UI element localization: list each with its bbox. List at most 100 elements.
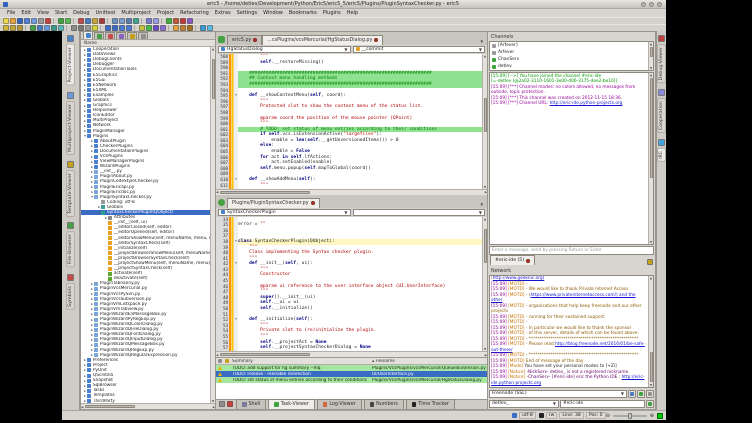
menu-plugins[interactable]: Plugins (320, 10, 344, 16)
sidebar-tab-symbols[interactable]: Symbols (66, 274, 75, 310)
unindent-icon[interactable] (44, 25, 50, 31)
tool-tab-shell[interactable]: Shell (236, 399, 266, 409)
title-bar[interactable]: eric5 - /home/detlev/Development/Python/… (0, 0, 666, 9)
tool-tab-task-viewer[interactable]: Task-Viewer (268, 399, 315, 409)
tool-tab-log-viewer[interactable]: Log-Viewer (317, 399, 362, 409)
menu-file[interactable]: File (4, 10, 18, 16)
profile-script-icon[interactable] (187, 18, 193, 24)
menu-refactoring[interactable]: Refactoring (177, 10, 212, 16)
zoom-out-icon[interactable]: ⊖ (606, 413, 610, 419)
member-combo[interactable]: __commit ▼ (353, 46, 486, 53)
sidebar-tab-template-viewer[interactable]: Template-Viewer (66, 161, 75, 217)
scroll-right-icon[interactable]: ▶ (485, 190, 487, 194)
irc-user-row[interactable]: detlev (490, 63, 648, 70)
menu-multiproject[interactable]: Multiproject (118, 10, 154, 16)
syntax-check-icon[interactable] (30, 25, 36, 31)
close-icon[interactable] (311, 201, 315, 205)
scrollbar-thumb[interactable] (484, 98, 487, 132)
undo-icon[interactable] (58, 18, 64, 24)
users-scrollbar[interactable]: ▲ ▼ (648, 42, 653, 70)
zoom-slider[interactable] (613, 415, 647, 417)
minimize-icon[interactable] (641, 2, 646, 7)
tree-vertical-scrollbar[interactable]: ▲ ▼ (210, 47, 215, 403)
close-icon[interactable] (374, 38, 378, 42)
menu-edit[interactable]: Edit (18, 10, 34, 16)
sidebar-tab-project-viewer[interactable]: Project-Viewer (66, 35, 75, 86)
network-link[interactable]: http://www.geeknic.org) (493, 276, 545, 281)
chat-link[interactable]: http://eric-ide.python-projects.org (550, 101, 623, 106)
menu-window[interactable]: Window (260, 10, 286, 16)
code-area[interactable]: """ self.__restoreMissing() ############… (238, 54, 482, 189)
tool-tab-time-tracker[interactable]: Time Tracker (406, 399, 455, 409)
editor-tab[interactable]: eric5.py (227, 35, 262, 45)
save-as-icon[interactable] (24, 18, 30, 24)
goto-icon[interactable] (133, 18, 139, 24)
others-tab[interactable] (138, 32, 148, 39)
filter-icon[interactable] (216, 359, 223, 363)
editor-vertical-scrollbar[interactable]: ▲▼ (482, 217, 487, 352)
search-next-icon[interactable] (119, 18, 125, 24)
scroll-up-icon[interactable]: ▲ (650, 276, 652, 280)
run-script-icon[interactable] (166, 18, 172, 24)
interfaces-tab[interactable] (127, 32, 137, 39)
tree-column-header[interactable]: Name (81, 40, 215, 47)
smiley-icon[interactable] (647, 259, 653, 265)
scroll-up-icon[interactable]: ▲ (484, 217, 486, 221)
bookmark-toggle-icon[interactable] (3, 25, 9, 31)
irc-user-row[interactable]: Arfever (490, 49, 648, 56)
sidebar-tab-file-browser[interactable]: File-Browser (66, 222, 75, 267)
scroll-left-icon[interactable]: ◀ (216, 353, 218, 357)
scroll-up-icon[interactable]: ▲ (650, 73, 652, 77)
new-window-icon[interactable] (146, 18, 152, 24)
priority-icon[interactable] (223, 359, 230, 363)
delete-icon[interactable] (99, 18, 105, 24)
channel-tab[interactable]: #eric-ide (5) (490, 255, 535, 265)
scroll-right-icon[interactable]: ▶ (485, 353, 487, 357)
save-icon[interactable] (17, 18, 23, 24)
tree-horizontal-scrollbar[interactable]: ◀ ▶ (81, 403, 215, 409)
forms-tab[interactable] (94, 32, 104, 39)
irc-user-row[interactable]: [Arfever] (490, 42, 648, 49)
scroll-left-icon[interactable]: ◀ (216, 190, 218, 194)
scrollbar-thumb[interactable] (220, 191, 310, 194)
nick-combo[interactable]: detlev_ ▼ (489, 400, 559, 408)
indent-icon[interactable] (37, 25, 43, 31)
irc-user-row[interactable]: ChanServ (490, 56, 648, 63)
summary-column-header[interactable]: Summary (230, 359, 372, 364)
chat-scrollbar[interactable]: ▲ ▼ (648, 73, 653, 244)
scroll-left-icon[interactable]: ◀ (81, 405, 83, 409)
filename-column-header[interactable]: ▴ Filename (372, 359, 487, 364)
filter-icon[interactable] (219, 401, 225, 407)
translations-tab[interactable] (116, 32, 126, 39)
bookmark-previous-icon[interactable] (17, 25, 23, 31)
save-all-icon[interactable] (31, 18, 37, 24)
debug-script-icon[interactable] (173, 18, 179, 24)
encoding-indicator[interactable]: utf-8 (519, 412, 536, 419)
menu-bookmarks[interactable]: Bookmarks (286, 10, 320, 16)
sidebar-tab-debug-viewer[interactable]: Debug-Viewer (657, 35, 666, 83)
close-icon[interactable] (526, 259, 530, 263)
open-icon[interactable] (10, 18, 16, 24)
bookmark-next-icon[interactable] (10, 25, 16, 31)
scrollbar-thumb[interactable] (650, 78, 653, 178)
close-icon[interactable] (45, 18, 51, 24)
scrollbar-thumb[interactable] (484, 229, 487, 263)
class-combo[interactable]: HgStatusDialog ▼ (218, 46, 351, 53)
cut-icon[interactable] (78, 18, 84, 24)
scrollbar-thumb[interactable] (212, 59, 215, 99)
scroll-down-icon[interactable]: ▼ (650, 240, 652, 244)
edit-network-icon[interactable] (628, 390, 636, 398)
stop-script-icon[interactable] (180, 18, 186, 24)
scroll-right-icon[interactable]: ▶ (213, 405, 215, 409)
menu-unittest[interactable]: Unittest (93, 10, 119, 16)
scroll-down-icon[interactable]: ▼ (650, 383, 652, 387)
task-row[interactable]: TODO: release - reenable redirectionUI/U… (216, 371, 487, 377)
print-icon[interactable] (38, 18, 44, 24)
identity-icon[interactable] (637, 390, 645, 398)
paste-icon[interactable] (92, 18, 98, 24)
scrollbar-thumb[interactable] (220, 353, 310, 356)
task-row[interactable]: TODO: add support for hg summary --mqPlu… (216, 365, 487, 371)
channel-input[interactable]: #eric-ide (560, 400, 645, 408)
zoom-in-icon[interactable]: ⊕ (650, 413, 654, 419)
resources-tab[interactable] (105, 32, 115, 39)
